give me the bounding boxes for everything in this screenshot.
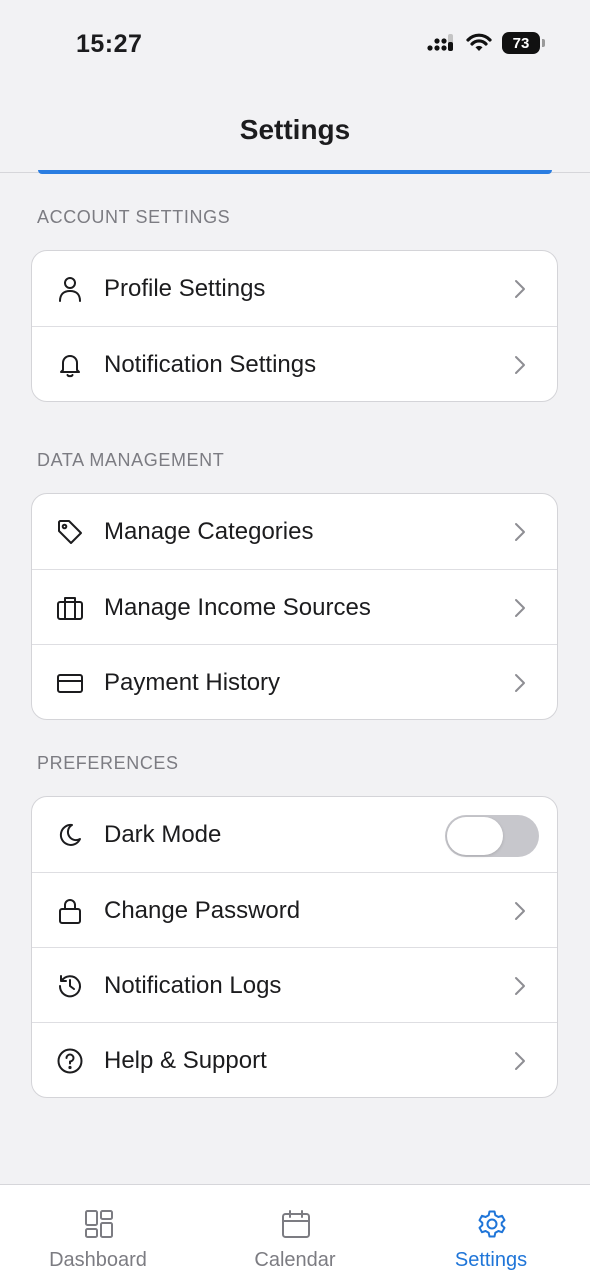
tab-bar: Dashboard Calendar Settings	[0, 1184, 590, 1281]
gear-icon	[478, 1210, 506, 1238]
dark-mode-label: Dark Mode	[104, 821, 222, 848]
dark-mode-row: Dark Mode	[32, 797, 557, 872]
battery-icon: 73	[502, 32, 545, 54]
tab-settings[interactable]: Settings	[393, 1185, 589, 1281]
briefcase-icon	[57, 597, 83, 620]
notification-settings-row[interactable]: Notification Settings	[32, 326, 557, 401]
signal-icon	[427, 34, 453, 51]
section-title-data: DATA MANAGEMENT	[37, 450, 225, 470]
user-icon	[59, 277, 81, 302]
notification-logs-row[interactable]: Notification Logs	[32, 947, 557, 1022]
payment-history-row[interactable]: Payment History	[32, 644, 557, 719]
chevron-right-icon	[515, 280, 525, 298]
chevron-right-icon	[515, 977, 525, 995]
help-support-label: Help & Support	[104, 1047, 267, 1074]
calendar-icon	[282, 1210, 310, 1238]
dark-mode-toggle[interactable]	[445, 815, 539, 857]
notification-logs-label: Notification Logs	[104, 972, 282, 999]
section-title-preferences: PREFERENCES	[37, 753, 179, 773]
lock-icon	[59, 899, 81, 924]
tag-icon	[58, 520, 82, 544]
bell-icon	[60, 355, 80, 378]
help-support-row[interactable]: Help & Support	[32, 1022, 557, 1097]
tab-dashboard[interactable]: Dashboard	[0, 1185, 196, 1281]
chevron-right-icon	[515, 902, 525, 920]
manage-categories-label: Manage Categories	[104, 518, 314, 545]
status-icons: 73	[426, 32, 545, 54]
tab-calendar[interactable]: Calendar	[197, 1185, 393, 1281]
nav-header: Settings	[0, 88, 590, 173]
history-icon	[58, 975, 81, 998]
scroll-accent	[38, 170, 552, 174]
toggle-knob	[447, 817, 503, 855]
chevron-right-icon	[515, 1052, 525, 1070]
tab-calendar-label: Calendar	[254, 1249, 336, 1271]
payment-history-label: Payment History	[104, 669, 281, 696]
chevron-right-icon	[515, 523, 525, 541]
credit-card-icon	[57, 674, 83, 693]
status-time: 15:27	[76, 30, 143, 58]
chevron-right-icon	[515, 356, 525, 374]
chevron-right-icon	[515, 599, 525, 617]
status-bar: 15:27 73	[0, 0, 590, 88]
dashboard-icon	[85, 1210, 113, 1238]
account-settings-card: Profile Settings Notification Settings	[31, 250, 558, 402]
moon-icon	[59, 823, 81, 846]
help-circle-icon	[57, 1048, 83, 1074]
chevron-right-icon	[515, 674, 525, 692]
section-title-account: ACCOUNT SETTINGS	[37, 207, 231, 227]
battery-level: 73	[512, 34, 530, 52]
profile-settings-label: Profile Settings	[104, 275, 266, 302]
data-management-card: Manage Categories Manage Income Sources …	[31, 493, 558, 720]
manage-income-sources-row[interactable]: Manage Income Sources	[32, 569, 557, 644]
profile-settings-row[interactable]: Profile Settings	[32, 251, 557, 326]
manage-categories-row[interactable]: Manage Categories	[32, 494, 557, 569]
preferences-card: Dark Mode Change Password Notification L…	[31, 796, 558, 1098]
battery-cap	[542, 39, 545, 47]
wifi-icon	[466, 33, 492, 51]
tab-dashboard-label: Dashboard	[49, 1249, 147, 1271]
manage-income-sources-label: Manage Income Sources	[104, 594, 371, 621]
change-password-label: Change Password	[104, 897, 301, 924]
change-password-row[interactable]: Change Password	[32, 872, 557, 947]
page-title: Settings	[239, 114, 351, 145]
notification-settings-label: Notification Settings	[104, 351, 317, 378]
tab-settings-label: Settings	[454, 1249, 528, 1271]
